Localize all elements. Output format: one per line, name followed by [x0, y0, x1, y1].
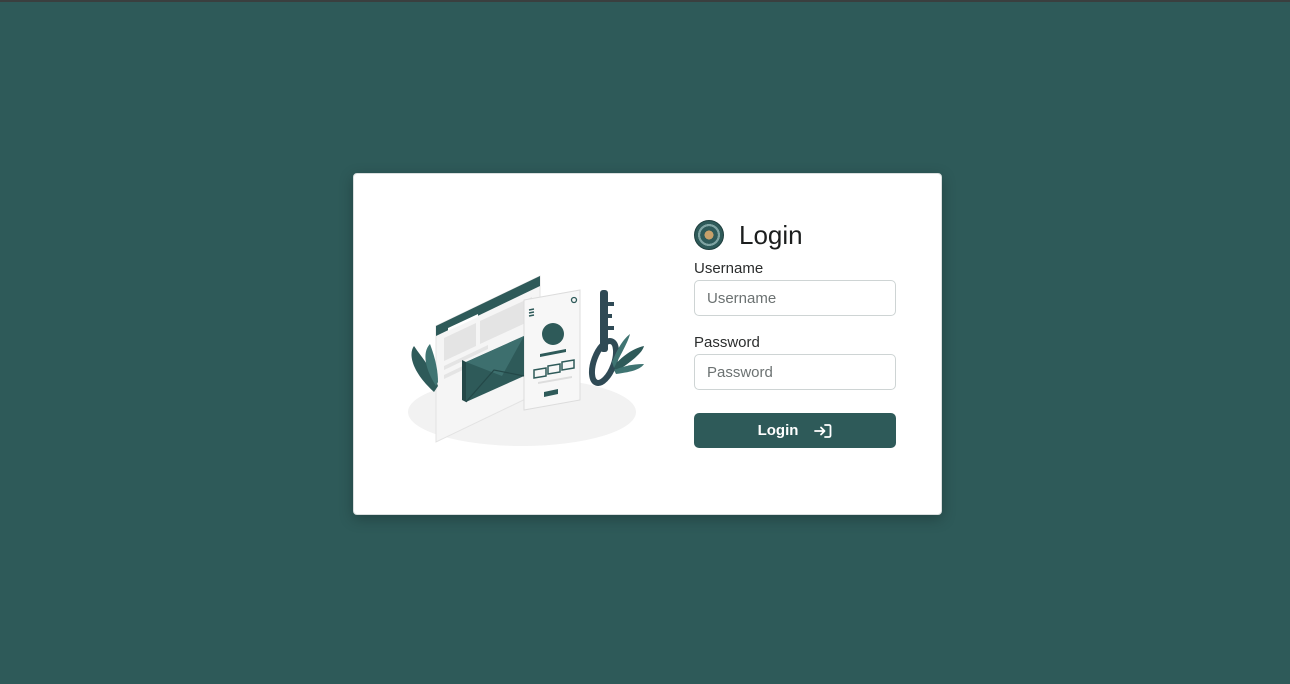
emblem-logo-icon: [694, 220, 724, 250]
login-card: Login Username Password Login: [353, 173, 942, 515]
login-illustration: [408, 275, 644, 446]
password-label: Password: [694, 334, 760, 351]
login-form: Login Username Password Login: [694, 218, 896, 448]
password-input[interactable]: [694, 354, 896, 390]
login-title: Login: [739, 220, 803, 250]
login-button-label: Login: [757, 422, 799, 439]
username-input[interactable]: [694, 280, 896, 316]
username-label: Username: [694, 260, 764, 277]
login-header: Login: [694, 218, 896, 252]
login-button[interactable]: Login: [694, 413, 896, 448]
sign-in-icon: [814, 423, 832, 439]
browser-top-border: [0, 0, 1290, 2]
